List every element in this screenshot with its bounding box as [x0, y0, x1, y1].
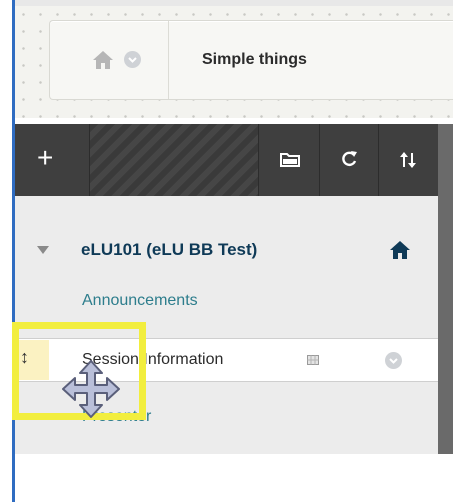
course-row[interactable]: eLU101 (eLU BB Test) — [15, 236, 438, 268]
reorder-button[interactable] — [379, 124, 438, 196]
course-home-icon[interactable] — [389, 240, 411, 260]
refresh-icon — [342, 151, 357, 167]
scrollbar[interactable] — [438, 124, 453, 454]
toolbar-pattern — [90, 124, 258, 196]
hidden-item-icon — [307, 355, 319, 365]
sort-arrows-icon — [400, 152, 416, 168]
collapse-arrow-icon[interactable] — [37, 246, 49, 254]
menu-item-announcements[interactable]: Announcements — [82, 292, 198, 310]
breadcrumb-divider — [168, 21, 169, 99]
breadcrumb: Simple things — [49, 20, 453, 100]
home-icon[interactable] — [92, 50, 114, 70]
page-title: Simple things — [202, 51, 307, 68]
refresh-button[interactable] — [320, 124, 378, 196]
item-options-chevron-icon[interactable] — [385, 352, 402, 369]
breadcrumb-menu-chevron-icon[interactable] — [124, 51, 141, 68]
add-icon: + — [37, 142, 54, 173]
course-title[interactable]: eLU101 (eLU BB Test) — [81, 240, 257, 260]
course-menu-toolbar: + — [15, 124, 438, 196]
folder-icon — [280, 153, 300, 167]
add-menu-item-button[interactable]: + — [15, 124, 89, 196]
toolbar-divider — [89, 124, 90, 196]
folder-view-button[interactable] — [259, 124, 319, 196]
move-cursor-icon — [62, 360, 120, 418]
breadcrumb-area: Simple things — [15, 6, 453, 118]
